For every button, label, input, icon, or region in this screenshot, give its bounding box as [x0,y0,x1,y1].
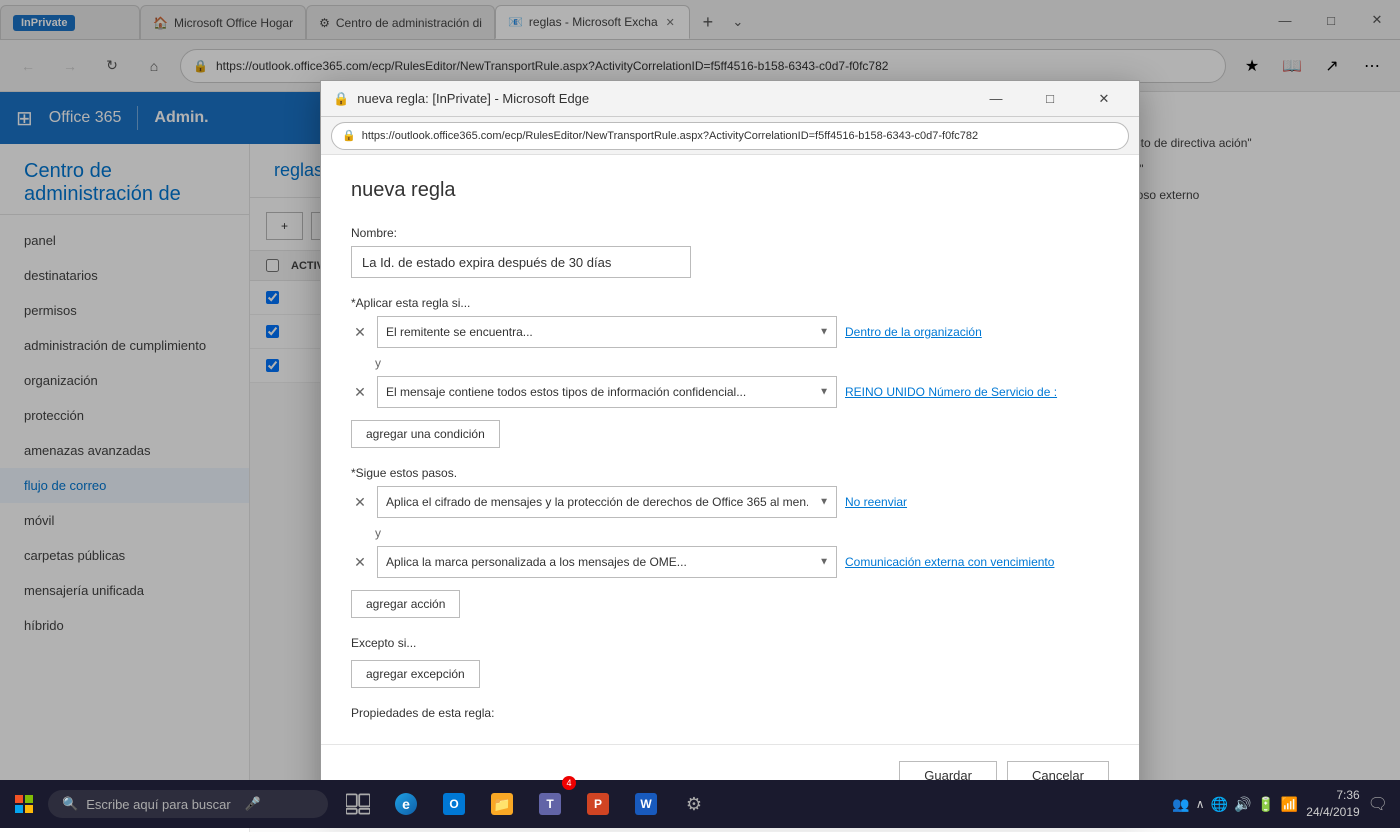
clock[interactable]: 7:36 24/4/2019 [1306,787,1359,821]
remove-step-1[interactable]: ✕ [351,494,369,511]
condition-row-1: ✕ El remitente se encuentra... ▼ Dentro … [351,316,1109,348]
step-link-1[interactable]: No reenviar [845,495,907,509]
name-field-group: Nombre: [351,226,1109,278]
condition-link-2[interactable]: REINO UNIDO Número de Servicio de : [845,385,1057,399]
start-button[interactable] [0,780,48,828]
remove-condition-1[interactable]: ✕ [351,324,369,341]
taskview-button[interactable] [336,780,380,828]
powerpoint-icon[interactable]: P [576,780,620,828]
time-display: 7:36 [1306,787,1359,804]
step-select-2[interactable]: Aplica la marca personalizada a los mens… [377,546,837,578]
notification-center-icon[interactable]: 🗨 [1368,794,1388,814]
volume-icon[interactable]: 🔊 [1234,796,1251,813]
dialog-title: nueva regla: [InPrivate] - Microsoft Edg… [357,91,965,106]
folder-icon: 📁 [491,793,513,815]
dialog-url-text: https://outlook.office365.com/ecp/RulesE… [362,130,978,142]
step-dropdown-2[interactable]: Aplica la marca personalizada a los mens… [377,546,837,578]
taskbar-search[interactable]: 🔍 Escribe aquí para buscar 🎤 [48,790,328,818]
network-icon[interactable]: 🌐 [1211,796,1228,813]
dialog-close-button[interactable]: ✕ [1081,81,1127,117]
dialog-lock-icon: 🔒 [342,129,356,142]
step-y: y [351,526,1109,540]
condition-select-2[interactable]: El mensaje contiene todos estos tipos de… [377,376,837,408]
name-input[interactable] [351,246,691,278]
taskview-icon [346,792,370,816]
name-label: Nombre: [351,226,1109,240]
add-condition-button[interactable]: agregar una condición [351,420,500,448]
condition-dropdown-1[interactable]: El remitente se encuentra... [377,316,837,348]
step-row-2: ✕ Aplica la marca personalizada a los me… [351,546,1109,578]
steps-label: *Sigue estos pasos. [351,466,1109,480]
gear-icon: ⚙ [686,794,702,815]
sys-icons: 👥 ∧ 🌐 🔊 🔋 📶 [1172,796,1298,813]
dialog-url-box[interactable]: 🔒 https://outlook.office365.com/ecp/Rule… [331,122,1129,150]
form-title: nueva regla [351,179,1109,202]
search-placeholder: Escribe aquí para buscar [86,797,231,812]
condition-dropdown-2[interactable]: El mensaje contiene todos estos tipos de… [377,376,837,408]
step-row-1: ✕ Aplica el cifrado de mensajes y la pro… [351,486,1109,518]
props-label: Propiedades de esta regla: [351,706,1109,720]
search-icon: 🔍 [62,796,78,812]
condition-y-1: y [351,356,1109,370]
dialog-titlebar: 🔒 nueva regla: [InPrivate] - Microsoft E… [321,81,1139,117]
step-select-1[interactable]: Aplica el cifrado de mensajes y la prote… [377,486,837,518]
except-group: Excepto si... agregar excepción [351,636,1109,688]
condition-select-1[interactable]: El remitente se encuentra... ▼ [377,316,837,348]
taskbar-right: 👥 ∧ 🌐 🔊 🔋 📶 7:36 24/4/2019 🗨 [1172,787,1400,821]
taskbar: 🔍 Escribe aquí para buscar 🎤 e O 📁 T 4 P [0,780,1400,828]
condition-link-1[interactable]: Dentro de la organización [845,325,982,339]
teams-icon[interactable]: T 4 [528,780,572,828]
condition-row-2: ✕ El mensaje contiene todos estos tipos … [351,376,1109,408]
chevron-up-icon[interactable]: ∧ [1196,797,1205,811]
apply-rule-label: *Aplicar esta regla si... [351,296,1109,310]
steps-group: *Sigue estos pasos. ✕ Aplica el cifrado … [351,466,1109,618]
windows-logo [15,795,33,813]
dialog-maximize-button[interactable]: □ [1027,81,1073,117]
add-action-button[interactable]: agregar acción [351,590,460,618]
apply-rule-group: *Aplicar esta regla si... ✕ El remitente… [351,296,1109,448]
step-link-2[interactable]: Comunicación externa con vencimiento [845,555,1054,569]
explorer-icon[interactable]: 📁 [480,780,524,828]
dialog-address-bar: 🔒 https://outlook.office365.com/ecp/Rule… [321,117,1139,155]
word-icon[interactable]: W [624,780,668,828]
taskbar-app-icons: e O 📁 T 4 P W ⚙ [336,780,716,828]
word-logo: W [635,793,657,815]
outlook-icon[interactable]: O [432,780,476,828]
browser-window: InPrivate 🏠 Microsoft Office Hogar ⚙ Cen… [0,0,1400,780]
battery-icon[interactable]: 🔋 [1257,796,1274,813]
microphone-icon[interactable]: 🎤 [245,796,261,812]
dialog-favicon: 🔒 [333,91,349,107]
dialog-window: 🔒 nueva regla: [InPrivate] - Microsoft E… [320,80,1140,807]
dialog-body: nueva regla Nombre: *Aplicar esta regla … [321,155,1139,744]
remove-step-2[interactable]: ✕ [351,554,369,571]
add-exception-button[interactable]: agregar excepción [351,660,480,688]
teams-logo: T [539,793,561,815]
teams-badge: 4 [562,776,576,790]
edge-logo: e [395,793,417,815]
people-icon[interactable]: 👥 [1172,796,1189,813]
date-display: 24/4/2019 [1306,804,1359,821]
wifi-icon[interactable]: 📶 [1281,796,1298,813]
powerpoint-logo: P [587,793,609,815]
edge-icon[interactable]: e [384,780,428,828]
step-dropdown-1[interactable]: Aplica el cifrado de mensajes y la prote… [377,486,837,518]
remove-condition-2[interactable]: ✕ [351,384,369,401]
outlook-logo: O [443,793,465,815]
except-label: Excepto si... [351,636,1109,650]
settings-taskbar-icon[interactable]: ⚙ [672,780,716,828]
dialog-minimize-button[interactable]: — [973,81,1019,117]
